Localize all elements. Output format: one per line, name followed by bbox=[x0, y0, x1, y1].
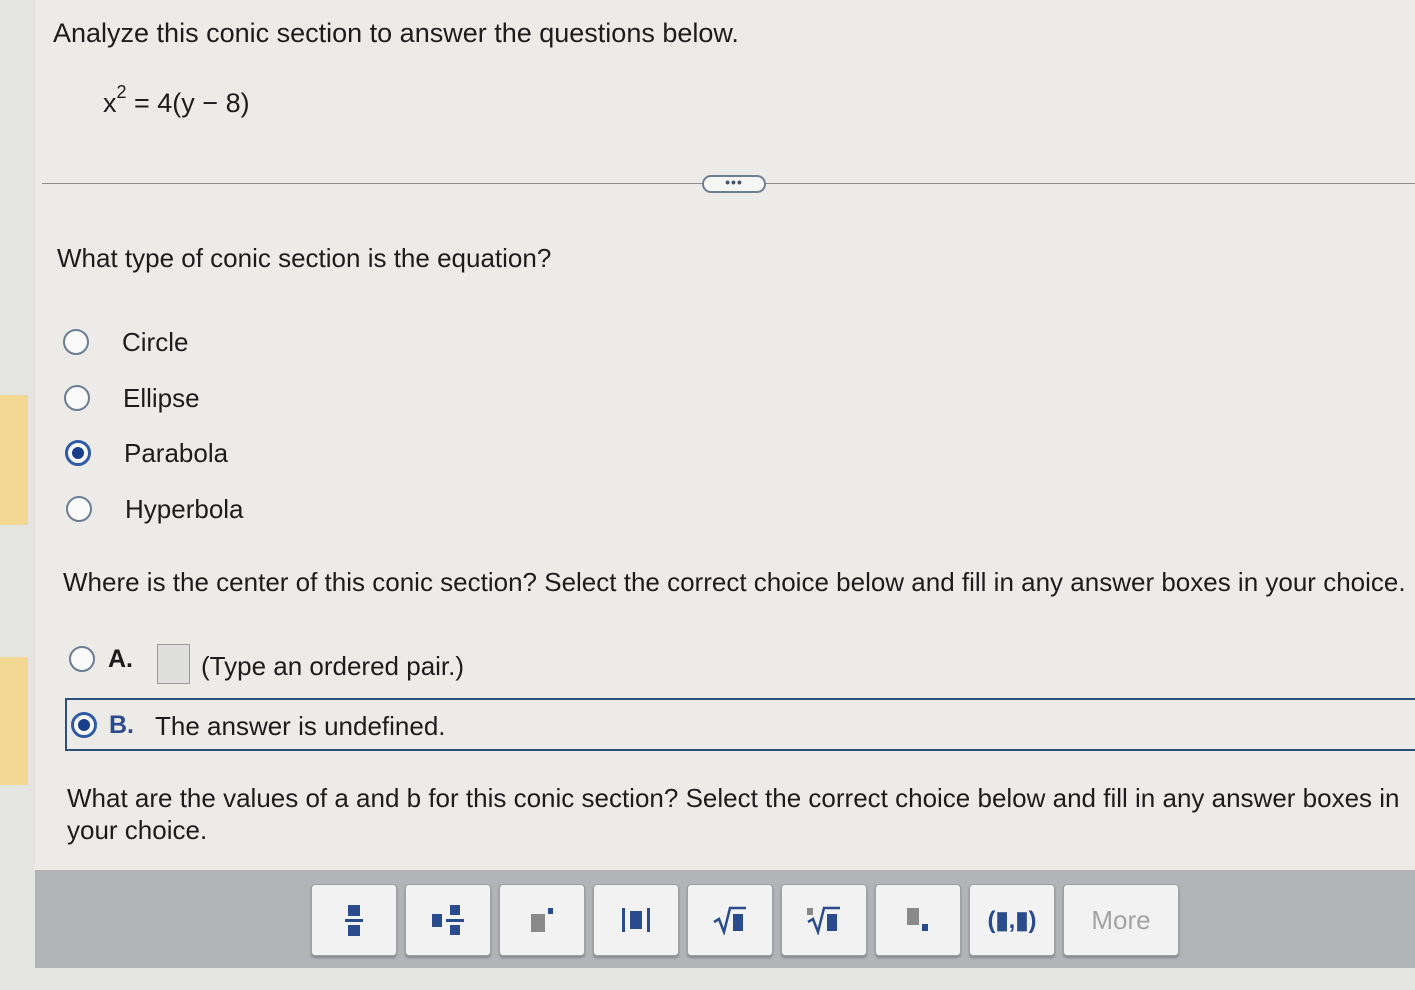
equation: x2 = 4(y − 8) bbox=[103, 82, 250, 118]
choice-b-letter: B. bbox=[109, 711, 134, 739]
radio-ellipse[interactable] bbox=[64, 385, 90, 411]
question-2-text: Where is the center of this conic sectio… bbox=[63, 567, 1406, 597]
subscript-button[interactable] bbox=[875, 884, 961, 956]
question-prompt: Analyze this conic section to answer the… bbox=[53, 18, 739, 48]
choice-a-text: (Type an ordered pair.) bbox=[201, 651, 465, 681]
expand-button[interactable]: ••• bbox=[702, 175, 766, 193]
option-label-circle: Circle bbox=[122, 327, 189, 357]
choice-a-letter: A. bbox=[108, 645, 133, 673]
option-label-parabola: Parabola bbox=[124, 438, 229, 468]
mixed-number-button[interactable] bbox=[405, 884, 491, 956]
radio-parabola[interactable] bbox=[65, 440, 91, 466]
subscript-icon bbox=[907, 908, 928, 931]
ordered-pair-input[interactable] bbox=[157, 644, 190, 684]
square-root-button[interactable] bbox=[687, 884, 773, 956]
progress-marker bbox=[0, 657, 28, 785]
mixed-number-icon bbox=[432, 905, 464, 935]
absolute-value-icon bbox=[622, 908, 650, 932]
more-label: More bbox=[1091, 904, 1151, 935]
radio-hyperbola[interactable] bbox=[66, 496, 92, 522]
option-label-hyperbola: Hyperbola bbox=[125, 494, 244, 524]
more-button[interactable]: More bbox=[1063, 884, 1179, 956]
radio-circle[interactable] bbox=[63, 329, 89, 355]
ordered-pair-button[interactable]: (▮,▮) bbox=[969, 884, 1055, 956]
choice-b-text: The answer is undefined. bbox=[155, 711, 446, 741]
radio-choice-a[interactable] bbox=[69, 646, 95, 672]
ordered-pair-icon: (▮,▮) bbox=[987, 906, 1037, 934]
square-root-icon bbox=[713, 906, 746, 935]
radio-choice-b[interactable] bbox=[71, 712, 97, 738]
progress-marker bbox=[0, 395, 28, 525]
question-3-text: What are the values of a and b for this … bbox=[67, 783, 1400, 845]
footer-strip bbox=[35, 968, 1415, 990]
absolute-value-button[interactable] bbox=[593, 884, 679, 956]
question-1-text: What type of conic section is the equati… bbox=[57, 243, 552, 273]
nth-root-button[interactable] bbox=[781, 884, 867, 956]
exponent-icon bbox=[531, 908, 553, 932]
fraction-icon bbox=[345, 905, 363, 936]
nth-root-icon bbox=[807, 906, 840, 935]
fraction-button[interactable] bbox=[311, 884, 397, 956]
exponent-button[interactable] bbox=[499, 884, 585, 956]
option-label-ellipse: Ellipse bbox=[123, 383, 200, 413]
